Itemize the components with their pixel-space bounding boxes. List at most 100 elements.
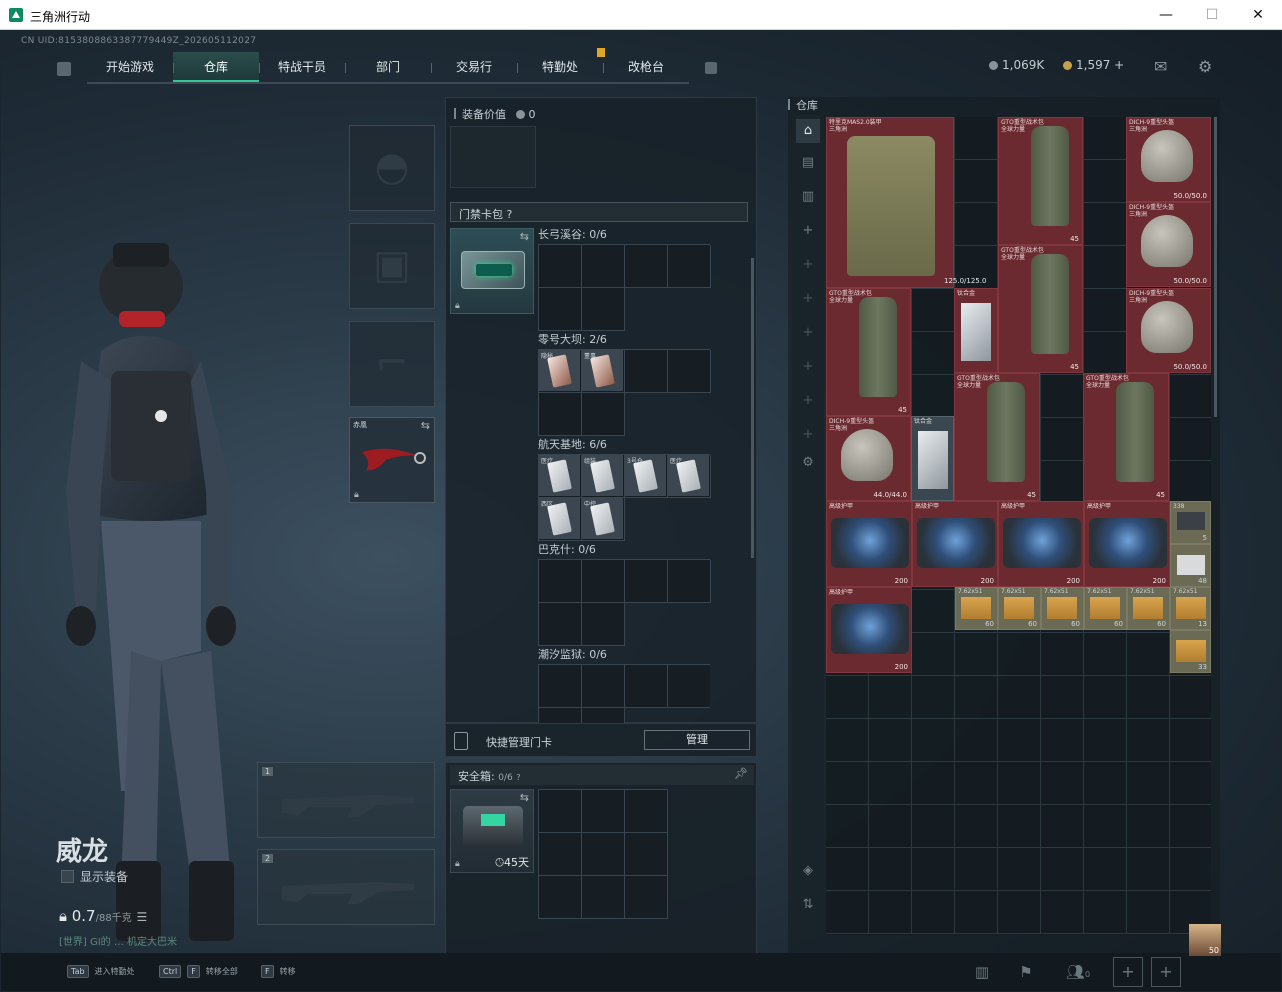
stash-item-armor-kit[interactable]: 高级护甲 200 bbox=[826, 501, 912, 587]
keycard-item[interactable]: 西区 bbox=[539, 498, 580, 539]
hint-transfer-all[interactable]: Ctrl F 转移全部 bbox=[159, 965, 238, 978]
stash-cell[interactable] bbox=[1084, 848, 1127, 891]
tab-operators[interactable]: 特战干员 bbox=[259, 52, 345, 82]
tab-warehouse[interactable]: 仓库 bbox=[173, 52, 259, 82]
stash-cell[interactable] bbox=[1084, 332, 1127, 375]
stash-cell[interactable] bbox=[955, 891, 998, 934]
stash-cell[interactable] bbox=[1170, 461, 1211, 504]
stash-item-ammo[interactable]: 7.62x51 60 bbox=[998, 587, 1041, 630]
stash-cell[interactable] bbox=[998, 719, 1041, 762]
tab-market[interactable]: 交易行 bbox=[431, 52, 517, 82]
stash-cell[interactable] bbox=[869, 762, 912, 805]
stash-item-ammo[interactable]: 7.62x51 13 bbox=[1170, 587, 1211, 630]
primary-weapon-slot-2[interactable]: 2 bbox=[257, 849, 435, 925]
stash-cell[interactable] bbox=[1041, 375, 1084, 418]
stash-cell[interactable] bbox=[998, 848, 1041, 891]
stash-item-ammo[interactable]: 7.62x51 60 bbox=[1084, 587, 1127, 630]
keycard-item[interactable]: 董事 bbox=[582, 350, 623, 391]
stats-chart-icon[interactable]: ▥ bbox=[969, 959, 995, 985]
stash-cell[interactable] bbox=[955, 633, 998, 676]
scrollbar[interactable] bbox=[751, 258, 754, 558]
keycard-cell[interactable]: 医疗 bbox=[668, 455, 711, 498]
stash-cell[interactable] bbox=[1041, 805, 1084, 848]
mail-icon[interactable]: ✉ bbox=[1154, 57, 1167, 76]
keycard-item[interactable]: 组装 bbox=[582, 455, 623, 496]
friends-icon[interactable]: 👥︎0 bbox=[1061, 959, 1095, 985]
stash-item-armor-kit[interactable]: 高级护甲 200 bbox=[826, 587, 912, 673]
stash-cell[interactable] bbox=[826, 762, 869, 805]
stash-item-helmet[interactable]: DICH-9重型头盔 三角洲 44.0/44.0 bbox=[826, 416, 911, 501]
stash-item-backpack[interactable]: GTO重型战术包 全球力量 45 bbox=[954, 373, 1040, 501]
stash-cell[interactable] bbox=[1041, 418, 1084, 461]
layers-icon[interactable]: ◈ bbox=[796, 859, 820, 883]
stash-cell[interactable] bbox=[1084, 805, 1127, 848]
safebox-cell[interactable] bbox=[539, 876, 582, 919]
checkbox[interactable] bbox=[61, 870, 74, 883]
stash-cell[interactable] bbox=[1084, 891, 1127, 934]
add-teammate-button[interactable]: + bbox=[1113, 957, 1143, 987]
stash-cell[interactable] bbox=[912, 719, 955, 762]
stash-cell[interactable] bbox=[826, 848, 869, 891]
stash-cell[interactable] bbox=[1041, 848, 1084, 891]
stash-cell[interactable] bbox=[1084, 676, 1127, 719]
knife-slot[interactable]: 赤凰 ⇆ 🔒︎ bbox=[349, 417, 435, 503]
stash-cell[interactable] bbox=[955, 203, 998, 246]
keycard-cell[interactable] bbox=[625, 350, 668, 393]
keycard-cell[interactable]: 3号仓 bbox=[625, 455, 668, 498]
hint-transfer[interactable]: F 转移 bbox=[261, 965, 296, 978]
safebox-cell[interactable] bbox=[539, 790, 582, 833]
keycard-cell[interactable] bbox=[668, 245, 711, 288]
stash-cell[interactable] bbox=[1127, 719, 1170, 762]
stash-item-ammo[interactable]: 7.62x51 60 bbox=[1127, 587, 1170, 630]
list-icon[interactable]: ☰ bbox=[136, 910, 147, 924]
stash-cell[interactable] bbox=[912, 633, 955, 676]
stash-cell[interactable] bbox=[826, 676, 869, 719]
stash-cell[interactable] bbox=[912, 891, 955, 934]
primary-weapon-slot-1[interactable]: 1 bbox=[257, 762, 435, 838]
stash-cell[interactable] bbox=[1170, 676, 1211, 719]
keycard-cell[interactable] bbox=[539, 665, 582, 708]
keycard-cell[interactable] bbox=[668, 560, 711, 603]
stash-cell[interactable] bbox=[998, 633, 1041, 676]
swap-icon[interactable]: ⇆ bbox=[421, 419, 430, 432]
backpack-slot[interactable] bbox=[450, 126, 536, 188]
stash-cell[interactable] bbox=[869, 848, 912, 891]
safebox-cell[interactable] bbox=[625, 833, 668, 876]
manage-button[interactable]: 管理 bbox=[644, 730, 750, 750]
stash-item-plate[interactable]: 钛合金 bbox=[911, 416, 954, 501]
show-gear-toggle[interactable]: 显示装备 bbox=[61, 868, 128, 885]
keycard-cell[interactable] bbox=[539, 288, 582, 331]
safebox-cell[interactable] bbox=[582, 876, 625, 919]
helmet-slot[interactable]: ◓ bbox=[349, 125, 435, 211]
safebox-item[interactable]: ⇆ 🔒︎ 🕓︎45天 bbox=[450, 789, 534, 873]
stash-cell[interactable] bbox=[912, 848, 955, 891]
keycard-cell[interactable] bbox=[668, 350, 711, 393]
stash-item-backpack[interactable]: GTO重型战术包 全球力量 45 bbox=[1083, 373, 1169, 501]
sort-icon[interactable]: ⇅ bbox=[796, 893, 820, 917]
next-tab-icon[interactable] bbox=[705, 62, 717, 74]
stash-cell[interactable] bbox=[1170, 805, 1211, 848]
stash-cell[interactable] bbox=[955, 848, 998, 891]
keycard-cell[interactable]: 董事 bbox=[582, 350, 625, 393]
stash-cell[interactable] bbox=[912, 375, 955, 418]
keycard-cell[interactable]: 医疗 bbox=[539, 455, 582, 498]
tab-start-game[interactable]: 开始游戏 bbox=[87, 52, 173, 82]
add-page-icon[interactable]: + bbox=[796, 389, 820, 413]
stash-cell[interactable] bbox=[869, 805, 912, 848]
keycard-cell[interactable]: 中控 bbox=[582, 498, 625, 541]
stash-item-backpack[interactable]: GTO重型战术包 全球力量 45 bbox=[826, 288, 911, 416]
stash-cell[interactable] bbox=[1127, 676, 1170, 719]
maximize-button[interactable]: ☐ bbox=[1189, 0, 1235, 30]
stash-cell[interactable] bbox=[998, 891, 1041, 934]
stash-item-ammo[interactable]: 48 bbox=[1170, 544, 1211, 587]
add-page-icon[interactable]: + bbox=[796, 287, 820, 311]
stash-item-ammo[interactable]: 338 5 bbox=[1170, 501, 1211, 544]
safebox-cell[interactable] bbox=[582, 833, 625, 876]
stash-item-armor-kit[interactable]: 高级护甲 200 bbox=[912, 501, 998, 587]
stash-cell[interactable] bbox=[1170, 375, 1211, 418]
stash-cell[interactable] bbox=[1041, 891, 1084, 934]
stash-item-armor-kit[interactable]: 高级护甲 200 bbox=[1084, 501, 1170, 587]
stash-cell[interactable] bbox=[1084, 203, 1127, 246]
keycard-cell[interactable] bbox=[582, 393, 625, 436]
hint-enter-special-ops[interactable]: Tab 进入特勤处 bbox=[67, 965, 135, 978]
